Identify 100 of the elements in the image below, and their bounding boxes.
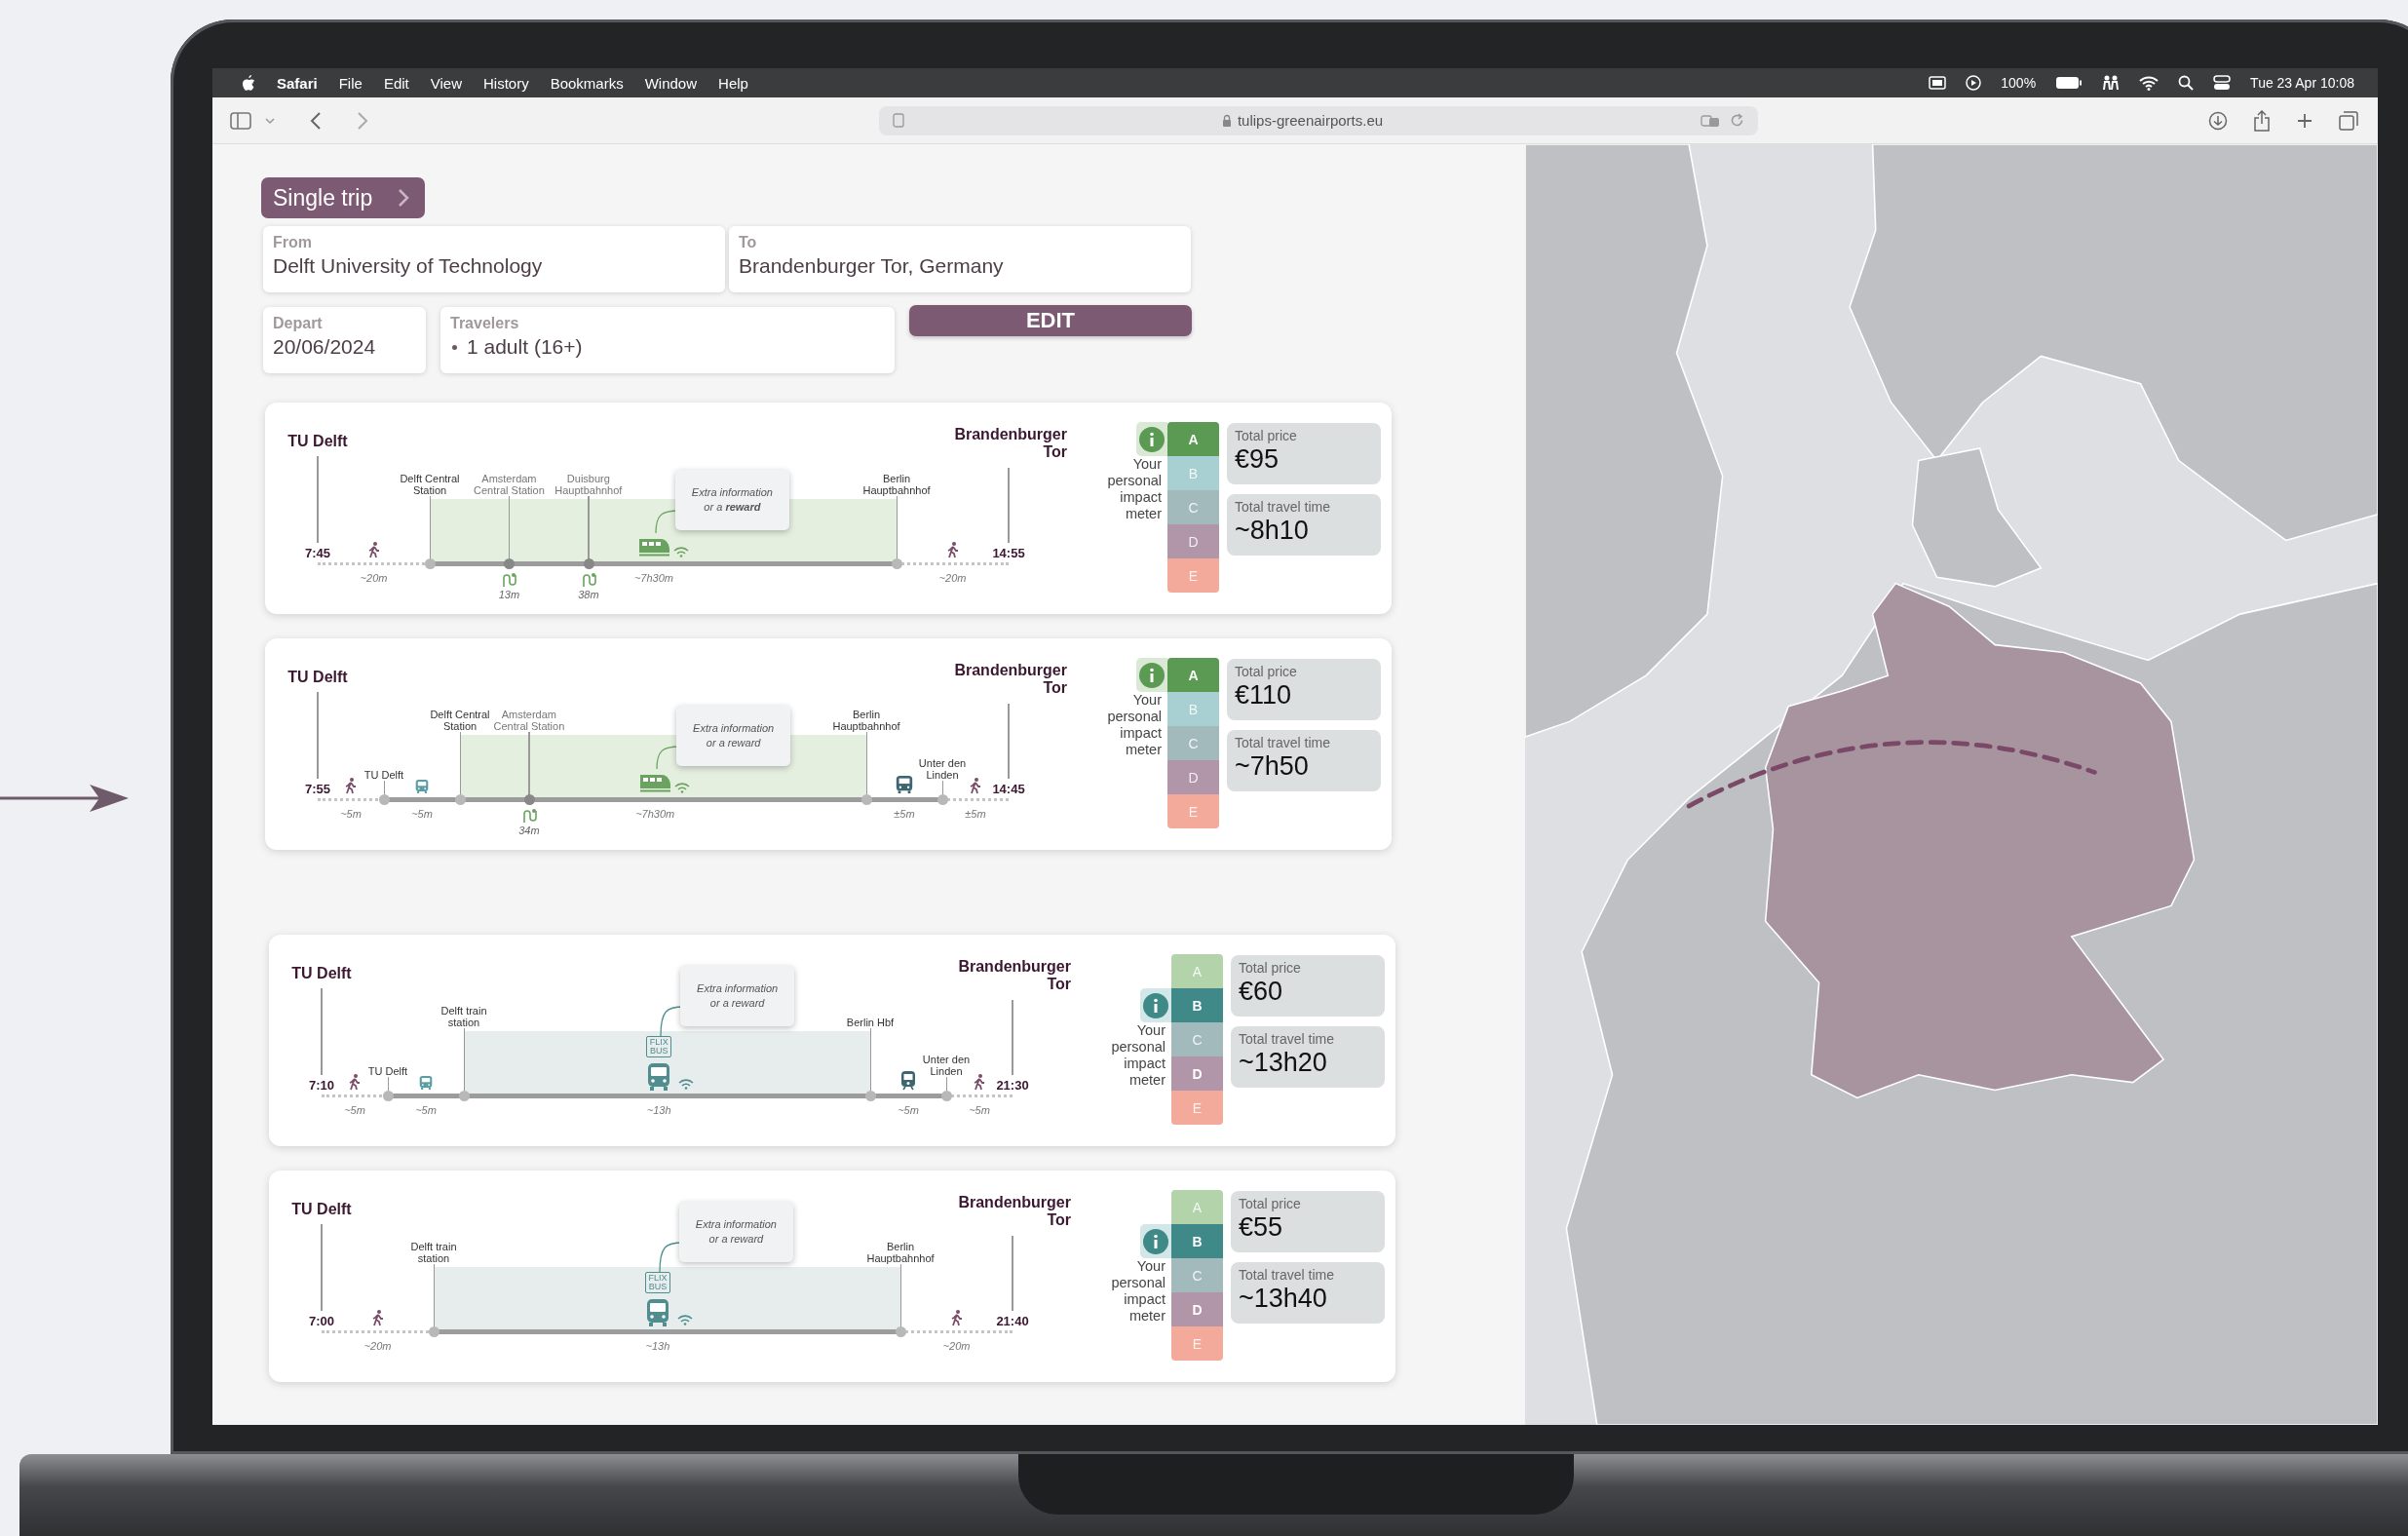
trip-card[interactable] <box>269 1171 1395 1382</box>
trip-card[interactable] <box>265 638 1392 850</box>
menu-app-name[interactable]: Safari <box>277 74 318 92</box>
grade-cell: D <box>1167 524 1219 558</box>
edit-button[interactable]: EDIT <box>909 305 1192 336</box>
menu-item[interactable]: Window <box>644 74 698 92</box>
battery-icon[interactable] <box>2055 76 2083 90</box>
price-value: €110 <box>1235 680 1293 710</box>
back-icon[interactable] <box>310 111 322 130</box>
location-field[interactable]: Brandenburger Tor, Germany <box>739 254 1181 278</box>
play-icon[interactable] <box>1966 75 1982 91</box>
station-label: Amsterdam Central Station <box>473 472 546 496</box>
grade-cell: B <box>1171 1224 1223 1258</box>
destination-name: Brandenburger Tor <box>957 958 1071 994</box>
duration-label: ~5m <box>411 808 433 820</box>
trip-card[interactable] <box>269 935 1395 1146</box>
stop-marker <box>896 1326 906 1337</box>
menu-item[interactable]: File <box>338 74 363 92</box>
lock-icon <box>1221 114 1232 127</box>
chevron-down-icon[interactable] <box>265 116 275 125</box>
menu-item[interactable]: Edit <box>383 74 409 92</box>
address-bar[interactable]: tulips-greenairports.eu <box>879 105 1758 135</box>
menu-clock[interactable]: Tue 23 Apr 10:08 <box>2250 75 2354 91</box>
station-label: Unter den Linden <box>921 1053 972 1077</box>
duration-label: ~5m <box>969 1104 990 1116</box>
apple-logo-icon[interactable] <box>242 75 255 91</box>
grade-cell: C <box>1171 1022 1223 1056</box>
station-label: Delft train station <box>409 1240 458 1264</box>
search-icon[interactable] <box>2178 75 2195 91</box>
grade-cell: E <box>1171 1091 1223 1125</box>
station-label: Berlin Hbf <box>846 1016 895 1028</box>
departure-time: 7:00 <box>309 1314 334 1328</box>
duration-label: ~5m <box>344 1104 365 1116</box>
origin-name: TU Delft <box>291 1201 352 1218</box>
map-drawing[interactable] <box>1525 144 2378 1425</box>
people-icon[interactable] <box>2102 75 2121 91</box>
url-text: tulips-greenairports.eu <box>1237 112 1384 129</box>
grade-cell: B <box>1167 456 1219 490</box>
duration-label: ~7h30m <box>633 572 673 584</box>
operator-logo: FLIX BUS <box>646 1036 672 1057</box>
grade-cell: A <box>1171 954 1223 988</box>
download-icon[interactable] <box>2208 110 2228 131</box>
departure-time: 7:10 <box>309 1078 334 1093</box>
price-value: €55 <box>1239 1212 1284 1243</box>
duration-label: ~13h <box>645 1340 670 1352</box>
plus-icon[interactable] <box>2296 111 2313 130</box>
grade-cell: E <box>1167 558 1219 593</box>
station-label: Duisburg Hauptbahnhof <box>554 472 624 496</box>
info-callout[interactable]: Extra information or a reward <box>676 706 791 766</box>
grade-cell: A <box>1167 422 1219 456</box>
walking-person-icon <box>950 1310 963 1326</box>
traveler-entry[interactable]: 1 adult (16+) <box>467 335 583 359</box>
tabs-icon[interactable] <box>2339 110 2358 131</box>
duration-label: ~13h <box>646 1104 671 1116</box>
arrival-time: 21:40 <box>996 1314 1029 1328</box>
forward-icon[interactable] <box>357 111 368 130</box>
info-icon <box>1139 426 1165 452</box>
translate-icon[interactable] <box>1701 113 1720 128</box>
grade-cell: B <box>1167 692 1219 726</box>
sidebar-icon[interactable] <box>230 111 251 130</box>
duration-label: ~5m <box>415 1104 437 1116</box>
menu-item[interactable]: History <box>483 74 529 92</box>
info-callout[interactable]: Extra information or a reward <box>678 1202 793 1262</box>
info-callout[interactable]: Extra information or a reward <box>674 470 789 530</box>
price-label: Total price <box>1235 664 1298 679</box>
duration-label: ±5m <box>965 808 986 820</box>
menu-item[interactable]: Bookmarks <box>550 74 624 92</box>
grade-cell: D <box>1167 760 1219 794</box>
info-tab[interactable] <box>1136 658 1167 692</box>
battery-percentage: 100% <box>2001 75 2037 91</box>
reload-icon[interactable] <box>1730 113 1744 128</box>
share-icon[interactable] <box>2253 109 2271 132</box>
walking-person-icon <box>974 1074 985 1091</box>
menu-item[interactable]: Help <box>718 74 748 92</box>
stop-marker <box>861 794 872 805</box>
departure-time: 7:55 <box>305 782 330 796</box>
grade-cell: E <box>1167 794 1219 828</box>
menu-item[interactable]: View <box>430 74 462 92</box>
trip-card[interactable] <box>265 403 1392 614</box>
origin-name: TU Delft <box>287 433 348 450</box>
duration-label: ~20m <box>938 572 967 584</box>
grade-cell: E <box>1171 1326 1223 1361</box>
duration-label: ~20m <box>360 572 388 584</box>
info-callout[interactable]: Extra information or a reward <box>680 966 795 1026</box>
walking-person-icon <box>970 778 981 794</box>
location-field[interactable]: Delft University of Technology <box>273 254 715 278</box>
control-center-icon[interactable] <box>2213 75 2232 91</box>
field-label: From <box>273 234 313 251</box>
info-tab[interactable] <box>1140 988 1171 1022</box>
trip-type-button[interactable]: Single trip <box>261 177 426 218</box>
wifi-icon[interactable] <box>2139 75 2160 91</box>
info-icon <box>1139 662 1165 688</box>
info-tab[interactable] <box>1140 1224 1171 1258</box>
display-icon[interactable] <box>1929 76 1947 90</box>
date-field[interactable]: 20/06/2024 <box>273 335 416 359</box>
info-tab[interactable] <box>1136 422 1167 456</box>
grade-cell: D <box>1171 1292 1223 1326</box>
departure-time: 7:45 <box>305 546 330 560</box>
transfer-time: 38m <box>578 589 599 600</box>
price-label: Total price <box>1239 1196 1302 1211</box>
